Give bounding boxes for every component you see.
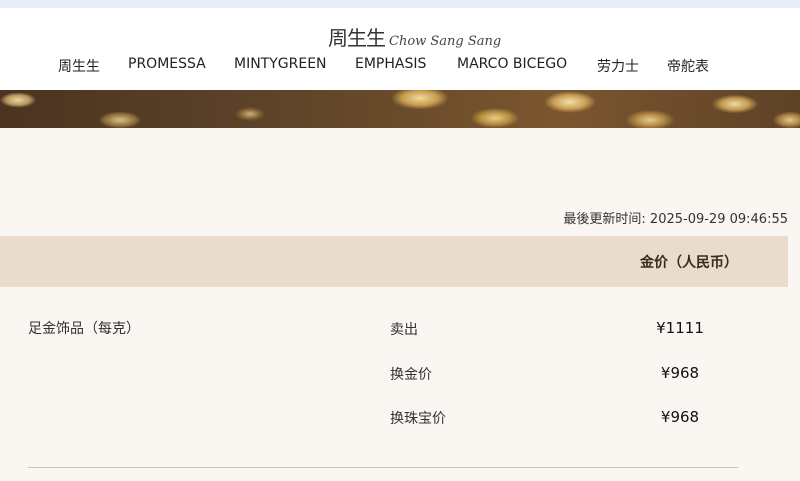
price-table: 足金饰品（每克） 卖出 ¥1111 换金价 ¥968 换珠宝价 ¥968 xyxy=(0,287,788,481)
price-row-sell: 卖出 ¥1111 xyxy=(0,319,788,343)
site-header: 周生生 Chow Sang Sang 周生生 PROMESSA MINTYGRE… xyxy=(0,8,800,90)
top-strip xyxy=(0,0,800,8)
column-header-label: 金价（人民币） xyxy=(640,255,738,271)
nav-item-chow-sang-sang[interactable]: 周生生 xyxy=(58,56,100,76)
nav-item-promessa[interactable]: PROMESSA xyxy=(128,56,206,72)
nav-item-marco-bicego[interactable]: MARCO BICEGO xyxy=(457,56,567,72)
nav-item-tudor[interactable]: 帝舵表 xyxy=(667,56,709,76)
nav-item-rolex[interactable]: 劳力士 xyxy=(597,56,639,76)
logo-chinese: 周生生 xyxy=(328,26,386,50)
price-column-header: 金价（人民币） xyxy=(0,236,788,287)
last-updated-time: 最後更新时间: 2025-09-29 09:46:55 xyxy=(563,212,788,227)
price-value: ¥968 xyxy=(660,408,700,426)
price-value: ¥1111 xyxy=(656,319,704,337)
gold-price-section: 最後更新时间: 2025-09-29 09:46:55 金价（人民币） 足金饰品… xyxy=(0,128,800,481)
nav-item-emphasis[interactable]: EMPHASIS xyxy=(355,56,426,72)
main-nav: 周生生 PROMESSA MINTYGREEN EMPHASIS MARCO B… xyxy=(0,56,800,78)
price-value: ¥968 xyxy=(660,364,700,382)
logo-english: Chow Sang Sang xyxy=(389,34,502,49)
price-row-trade-in-gold: 换金价 ¥968 xyxy=(0,364,788,388)
brand-logo[interactable]: 周生生 Chow Sang Sang xyxy=(328,22,501,51)
price-row-trade-in-jewelry: 换珠宝价 ¥968 xyxy=(0,408,788,432)
gold-banner-image xyxy=(0,90,800,128)
price-label: 卖出 xyxy=(390,322,418,338)
nav-item-mintygreen[interactable]: MINTYGREEN xyxy=(234,56,327,72)
price-label: 换金价 xyxy=(390,367,432,383)
table-divider xyxy=(28,467,738,468)
price-label: 换珠宝价 xyxy=(390,411,446,427)
